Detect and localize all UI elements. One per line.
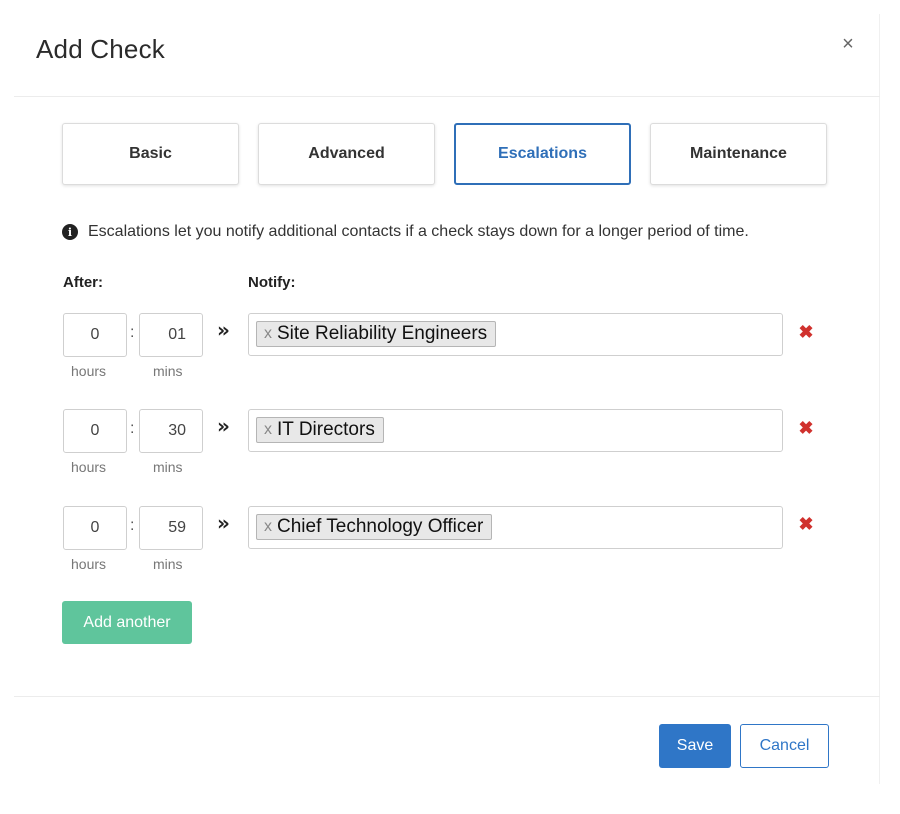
header-divider	[14, 96, 880, 97]
tab-escalations[interactable]: Escalations	[454, 123, 631, 185]
tag-remove-icon[interactable]: x	[264, 421, 272, 439]
tag-remove-icon[interactable]: x	[264, 325, 272, 343]
hours-input[interactable]: 0	[63, 409, 127, 453]
tab-maintenance[interactable]: Maintenance	[650, 123, 827, 185]
contact-tag-label: Site Reliability Engineers	[277, 323, 488, 344]
mins-input[interactable]: 30	[139, 409, 203, 453]
contact-tag: x Chief Technology Officer	[256, 514, 493, 540]
time-separator: :	[130, 420, 135, 437]
hours-unit-label: hours	[71, 363, 107, 379]
double-chevron-right-icon: »	[217, 318, 230, 342]
mins-unit-label: mins	[153, 556, 183, 572]
hours-input[interactable]: 0	[63, 313, 127, 357]
hours-unit-label: hours	[71, 459, 107, 475]
tab-basic[interactable]: Basic	[62, 123, 239, 185]
mins-input[interactable]: 59	[139, 506, 203, 550]
footer-divider	[14, 696, 880, 697]
double-chevron-right-icon: »	[217, 511, 230, 535]
contact-tag-label: IT Directors	[277, 419, 375, 440]
remove-row-icon[interactable]: ✖	[797, 515, 815, 533]
tag-remove-icon[interactable]: x	[264, 518, 272, 536]
contact-tag: x Site Reliability Engineers	[256, 321, 497, 347]
dialog-title: Add Check	[36, 34, 165, 64]
info-icon: i	[62, 224, 78, 240]
mins-unit-label: mins	[153, 363, 183, 379]
contact-tag: x IT Directors	[256, 417, 384, 443]
time-separator: :	[130, 517, 135, 534]
hours-input[interactable]: 0	[63, 506, 127, 550]
dialog-edge	[879, 14, 880, 784]
after-label: After:	[63, 274, 103, 291]
info-text: Escalations let you notify additional co…	[88, 223, 749, 240]
notify-label: Notify:	[248, 274, 296, 291]
double-chevron-right-icon: »	[217, 414, 230, 438]
close-icon[interactable]: ×	[838, 32, 858, 56]
hours-unit-label: hours	[71, 556, 107, 572]
notify-contacts-input[interactable]: x IT Directors	[248, 409, 783, 452]
remove-row-icon[interactable]: ✖	[797, 419, 815, 437]
notify-contacts-input[interactable]: x Site Reliability Engineers	[248, 313, 783, 356]
tab-advanced[interactable]: Advanced	[258, 123, 435, 185]
info-message: i Escalations let you notify additional …	[62, 222, 749, 242]
cancel-button[interactable]: Cancel	[740, 724, 829, 768]
add-another-button[interactable]: Add another	[62, 601, 192, 644]
notify-contacts-input[interactable]: x Chief Technology Officer	[248, 506, 783, 549]
remove-row-icon[interactable]: ✖	[797, 323, 815, 341]
mins-input[interactable]: 01	[139, 313, 203, 357]
time-separator: :	[130, 324, 135, 341]
mins-unit-label: mins	[153, 459, 183, 475]
contact-tag-label: Chief Technology Officer	[277, 516, 484, 537]
save-button[interactable]: Save	[659, 724, 731, 768]
